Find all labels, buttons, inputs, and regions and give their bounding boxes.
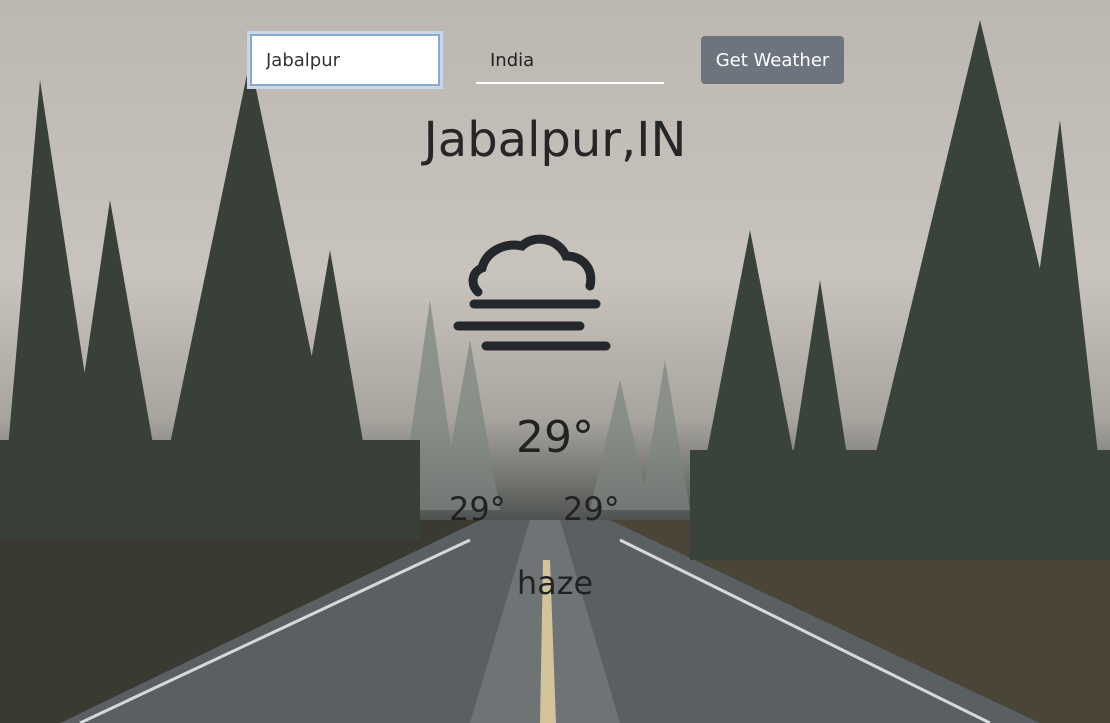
max-temperature: 29°	[563, 490, 620, 528]
min-temperature: 29°	[449, 490, 506, 528]
haze-icon	[452, 232, 612, 361]
country-input[interactable]	[476, 38, 664, 84]
get-weather-button[interactable]: Get Weather	[701, 36, 844, 84]
current-temperature: 29°	[516, 412, 594, 463]
background-image	[0, 0, 1110, 723]
location-title: Jabalpur,IN	[423, 112, 687, 168]
search-bar: Get Weather	[0, 0, 1110, 100]
city-input[interactable]	[247, 31, 443, 89]
weather-condition: haze	[516, 564, 594, 602]
